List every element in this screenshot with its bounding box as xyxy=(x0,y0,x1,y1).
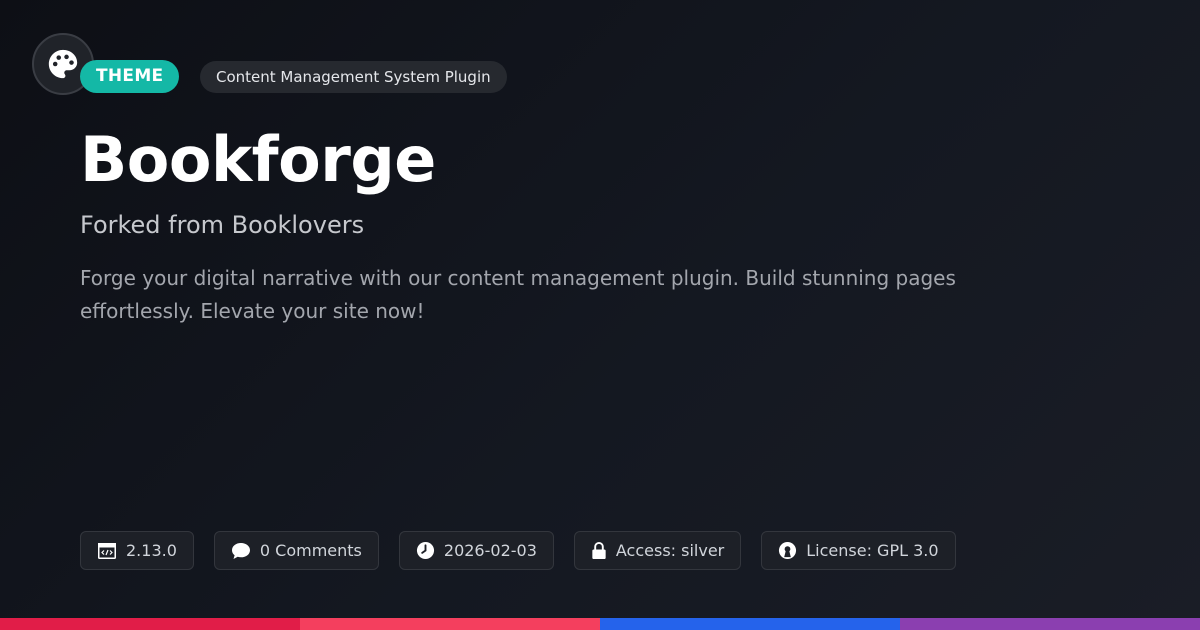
access-label: Access: silver xyxy=(615,541,725,560)
license-chip: License: GPL 3.0 xyxy=(761,531,956,570)
date-chip: 2026-02-03 xyxy=(398,531,554,570)
comment-icon xyxy=(231,542,250,559)
open-source-icon xyxy=(779,541,797,560)
description: Forge your digital narrative with our co… xyxy=(80,266,956,323)
comments-label: 0 Comments xyxy=(259,541,362,560)
stripe-segment xyxy=(0,618,300,630)
fork-subtitle: Forked from Booklovers xyxy=(80,211,365,239)
version-chip: 2.13.0 xyxy=(80,531,194,570)
stripe-segment xyxy=(900,618,1200,630)
license-label: License: GPL 3.0 xyxy=(806,541,939,560)
meta-bar: 2.13.0 0 Comments 2026-02-03 Access: sil… xyxy=(80,531,956,570)
lock-icon xyxy=(592,541,606,560)
access-chip: Access: silver xyxy=(573,531,742,570)
version-label: 2.13.0 xyxy=(126,541,177,560)
palette-icon xyxy=(48,49,78,79)
stripe-segment xyxy=(300,618,600,630)
date-label: 2026-02-03 xyxy=(443,541,537,560)
stripe-segment xyxy=(600,618,900,630)
page-title: Bookforge xyxy=(80,123,436,196)
theme-badge: THEME xyxy=(80,60,180,93)
clock-icon xyxy=(416,541,434,560)
comments-chip[interactable]: 0 Comments xyxy=(213,531,379,570)
code-icon xyxy=(98,542,116,559)
color-stripe xyxy=(0,618,1200,630)
category-badge[interactable]: Content Management System Plugin xyxy=(200,61,507,93)
